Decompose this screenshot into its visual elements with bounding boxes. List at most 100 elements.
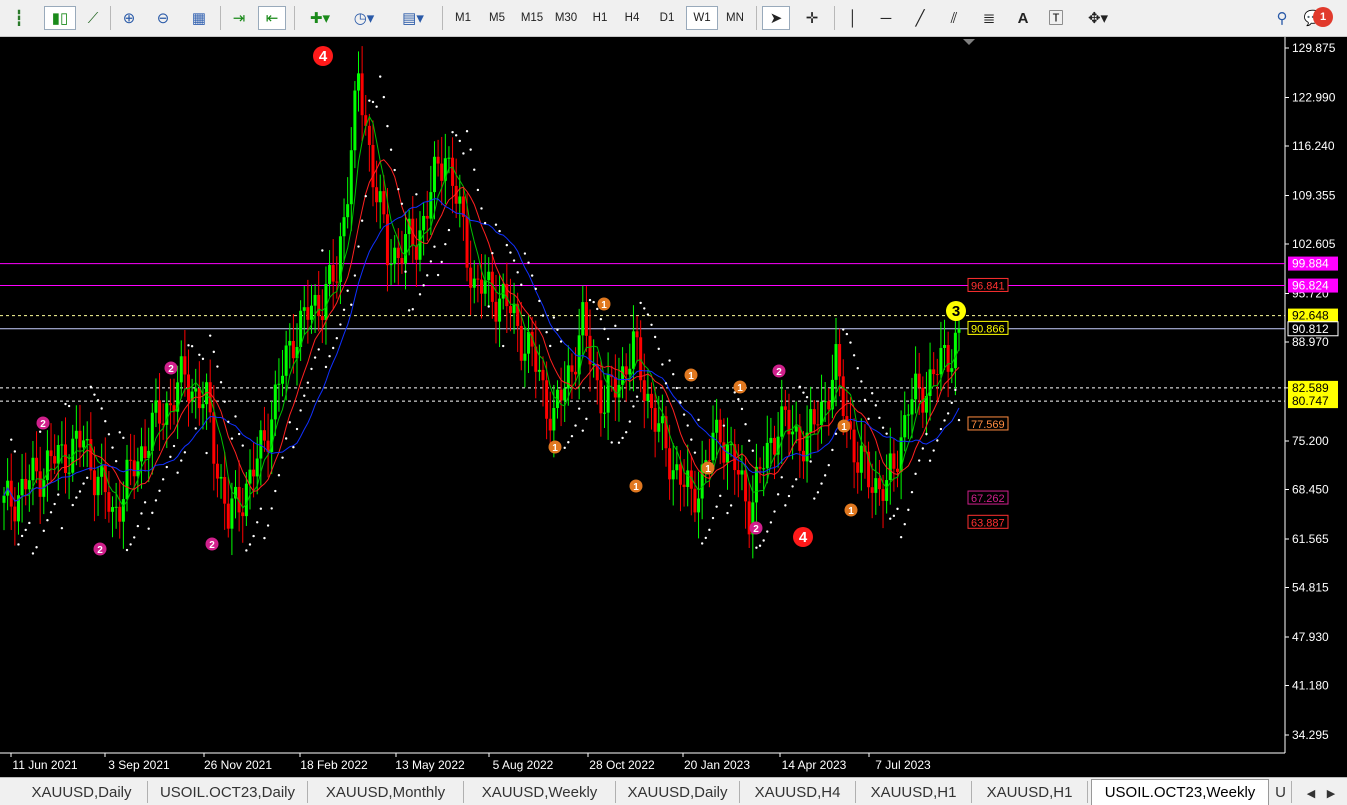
sar-dot <box>277 474 281 477</box>
sar-dot <box>827 463 830 467</box>
sar-dot <box>762 539 765 542</box>
sar-dot <box>773 510 776 513</box>
sar-dot <box>509 251 512 254</box>
text-icon[interactable]: A <box>1010 6 1036 30</box>
candle-body <box>458 196 462 204</box>
cursor-icon[interactable]: ➤ <box>762 6 790 30</box>
wave-marker-label: 1 <box>552 443 558 454</box>
sar-dot <box>169 455 172 459</box>
price-chart[interactable]: 129.875122.990116.240109.355102.60595.72… <box>0 37 1347 777</box>
sar-dot <box>957 418 961 422</box>
sar-dot <box>574 424 577 427</box>
text-label-icon[interactable]: 🅃 <box>1042 6 1070 30</box>
sar-dot <box>353 274 357 277</box>
timeframe-h4[interactable]: H4 <box>618 6 646 30</box>
line-chart-icon[interactable]: ⟋ <box>80 6 106 30</box>
sar-dot <box>755 546 758 549</box>
sar-dot <box>516 271 519 274</box>
sar-dot <box>53 502 56 506</box>
horizontal-line-icon[interactable]: ─ <box>872 6 900 30</box>
chart-tab[interactable]: XAUUSD,Daily <box>616 781 740 803</box>
sar-dot <box>31 552 35 555</box>
chart-tab[interactable]: XAUUSD,H1 <box>972 781 1088 803</box>
timeframe-m30[interactable]: M30 <box>550 6 582 30</box>
candle-body <box>657 423 661 432</box>
wave-marker-label: 1 <box>848 506 854 517</box>
sar-dot <box>653 335 657 339</box>
timeframe-m15[interactable]: M15 <box>516 6 548 30</box>
tab-scroll-left-icon[interactable]: ◀ <box>1302 784 1320 802</box>
chart-tab[interactable]: XAUUSD,Monthly <box>308 781 464 803</box>
sar-dot <box>577 407 581 410</box>
sar-dot <box>313 356 317 359</box>
sar-dot <box>140 512 143 515</box>
sar-dot <box>588 298 592 302</box>
sar-dot <box>520 283 523 286</box>
timeframe-w1[interactable]: W1 <box>686 6 718 30</box>
zoom-in-icon[interactable]: ⊕ <box>116 6 142 30</box>
candle-body <box>914 373 918 400</box>
candle-body <box>357 73 361 91</box>
new-chart-icon[interactable]: ✚▾ <box>300 6 340 30</box>
chart-shift-icon[interactable]: ⇤ <box>258 6 286 30</box>
tile-windows-icon[interactable]: ▦ <box>186 6 212 30</box>
candle-body <box>809 409 813 433</box>
search-icon[interactable]: ⚲ <box>1268 6 1296 30</box>
trendline-icon[interactable]: ╱ <box>906 6 934 30</box>
candle-body <box>888 453 892 481</box>
sar-dot <box>758 544 762 547</box>
candle-body <box>255 458 259 477</box>
chart-tab[interactable]: USOIL.OCT23,Weekly <box>1091 779 1269 805</box>
chart-area[interactable]: 129.875 122.990 116.240 109.355 102.605 95.72… <box>0 37 1347 777</box>
chart-tab[interactable]: XAUUSD,H1 <box>856 781 972 803</box>
sar-dot <box>585 417 588 421</box>
auto-scroll-icon[interactable]: ⇥ <box>226 6 252 30</box>
timeframe-d1[interactable]: D1 <box>652 6 682 30</box>
candle-body <box>447 157 451 159</box>
timeframe-h1[interactable]: H1 <box>586 6 614 30</box>
chart-tab[interactable]: USOIL.OCT23,Daily <box>148 781 308 803</box>
zoom-out-icon[interactable]: ⊖ <box>150 6 176 30</box>
sar-dot <box>643 307 646 310</box>
chart-tab[interactable]: XAUUSD,Weekly <box>464 781 616 803</box>
sar-dot <box>534 287 537 291</box>
candle-body <box>378 191 382 203</box>
chart-tab[interactable]: XAUUSD,H4 <box>740 781 856 803</box>
shapes-icon[interactable]: ✥▾ <box>1078 6 1118 30</box>
template-icon[interactable]: ▤▾ <box>392 6 434 30</box>
fibonacci-icon[interactable]: ≣ <box>974 6 1004 30</box>
bar-chart-icon[interactable]: ┇ <box>6 6 32 30</box>
candle-body <box>812 409 816 425</box>
sar-dot <box>24 528 27 532</box>
clock-icon[interactable]: ◷▾ <box>344 6 384 30</box>
channel-icon[interactable]: ⫽ <box>940 6 968 30</box>
candle-body <box>281 375 285 384</box>
candle-body <box>309 305 313 320</box>
timeframe-m1[interactable]: M1 <box>448 6 478 30</box>
candle-body <box>592 364 596 366</box>
candle-body <box>85 438 89 441</box>
sar-dot <box>556 328 559 331</box>
chart-tab[interactable]: U <box>1270 781 1292 803</box>
chart-tab[interactable]: XAUUSD,Daily <box>16 781 148 803</box>
notification-badge[interactable]: 1 <box>1313 7 1333 27</box>
sar-dot <box>950 401 953 405</box>
sar-dot <box>729 504 733 507</box>
sar-dot <box>567 441 570 444</box>
sar-dot <box>38 430 42 433</box>
candle-body <box>277 383 281 385</box>
sar-dot <box>129 543 132 546</box>
sar-dot <box>42 529 45 533</box>
candle-body <box>389 263 393 266</box>
sar-dot <box>158 489 161 493</box>
crosshair-icon[interactable]: ✛ <box>798 6 826 30</box>
timeframe-mn[interactable]: MN <box>720 6 750 30</box>
candle-body <box>183 356 187 375</box>
sar-dot <box>628 420 632 423</box>
candlestick-icon[interactable]: ▮▯ <box>44 6 76 30</box>
sar-dot <box>928 459 932 462</box>
timeframe-m5[interactable]: M5 <box>482 6 512 30</box>
vertical-line-icon[interactable]: │ <box>840 6 866 30</box>
sar-dot <box>885 432 888 435</box>
tab-scroll-right-icon[interactable]: ▶ <box>1322 784 1340 802</box>
